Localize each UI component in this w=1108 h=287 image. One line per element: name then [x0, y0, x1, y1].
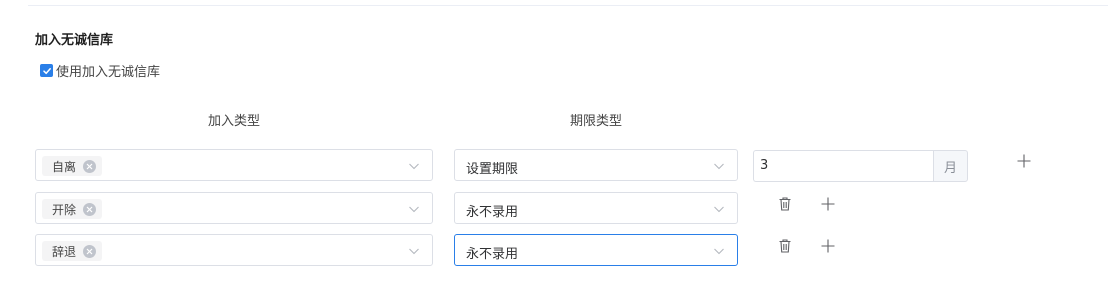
duration-unit: 月: [933, 150, 968, 182]
top-divider: [28, 5, 1108, 6]
limit-type-column-header: 期限类型: [569, 114, 622, 129]
section-title: 加入无诚信库: [35, 33, 114, 48]
duration-input[interactable]: 3: [753, 150, 933, 182]
use-blacklist-label: 使用加入无诚信库: [56, 65, 161, 80]
checkbox-check-icon: [42, 67, 51, 74]
limit-type-value: 设置期限: [466, 162, 519, 177]
chevron-down-icon: [714, 163, 724, 170]
tag-close-icon[interactable]: [83, 244, 97, 258]
join-type-select[interactable]: 开除: [35, 192, 433, 224]
join-type-tag: 自离: [42, 156, 103, 176]
use-blacklist-checkbox[interactable]: [40, 64, 53, 77]
join-type-tag-label: 开除: [52, 202, 77, 217]
join-type-select[interactable]: 辞退: [35, 234, 433, 266]
plus-icon[interactable]: [1016, 153, 1032, 169]
use-blacklist-checkbox-row[interactable]: 使用加入无诚信库: [40, 61, 160, 80]
limit-type-value: 永不录用: [466, 205, 519, 220]
join-type-column-header: 加入类型: [207, 114, 260, 129]
trash-icon[interactable]: [777, 196, 793, 212]
join-type-select[interactable]: 自离: [35, 149, 433, 181]
chevron-down-icon: [409, 163, 419, 170]
limit-type-value: 永不录用: [466, 247, 519, 262]
join-type-tag: 辞退: [42, 241, 103, 261]
rule-row: 开除 永不录用: [0, 192, 1108, 225]
rule-row: 辞退 永不录用: [0, 234, 1108, 267]
join-type-tag-label: 自离: [52, 159, 77, 174]
chevron-down-icon: [714, 206, 724, 213]
limit-type-select[interactable]: 永不录用: [454, 192, 738, 224]
tag-close-icon[interactable]: [83, 159, 97, 173]
join-type-tag-label: 辞退: [52, 244, 77, 259]
join-type-tag: 开除: [42, 199, 103, 219]
plus-icon[interactable]: [820, 196, 836, 212]
chevron-down-icon: [409, 248, 419, 255]
rule-row: 自离 设置期限 3 月: [0, 149, 1108, 182]
trash-icon[interactable]: [777, 238, 793, 254]
duration-input-group: 3 月: [753, 150, 968, 182]
limit-type-select[interactable]: 设置期限: [454, 149, 738, 181]
chevron-down-icon: [714, 248, 724, 255]
limit-type-select[interactable]: 永不录用: [454, 234, 738, 266]
plus-icon[interactable]: [820, 238, 836, 254]
tag-close-icon[interactable]: [83, 202, 97, 216]
chevron-down-icon: [409, 206, 419, 213]
